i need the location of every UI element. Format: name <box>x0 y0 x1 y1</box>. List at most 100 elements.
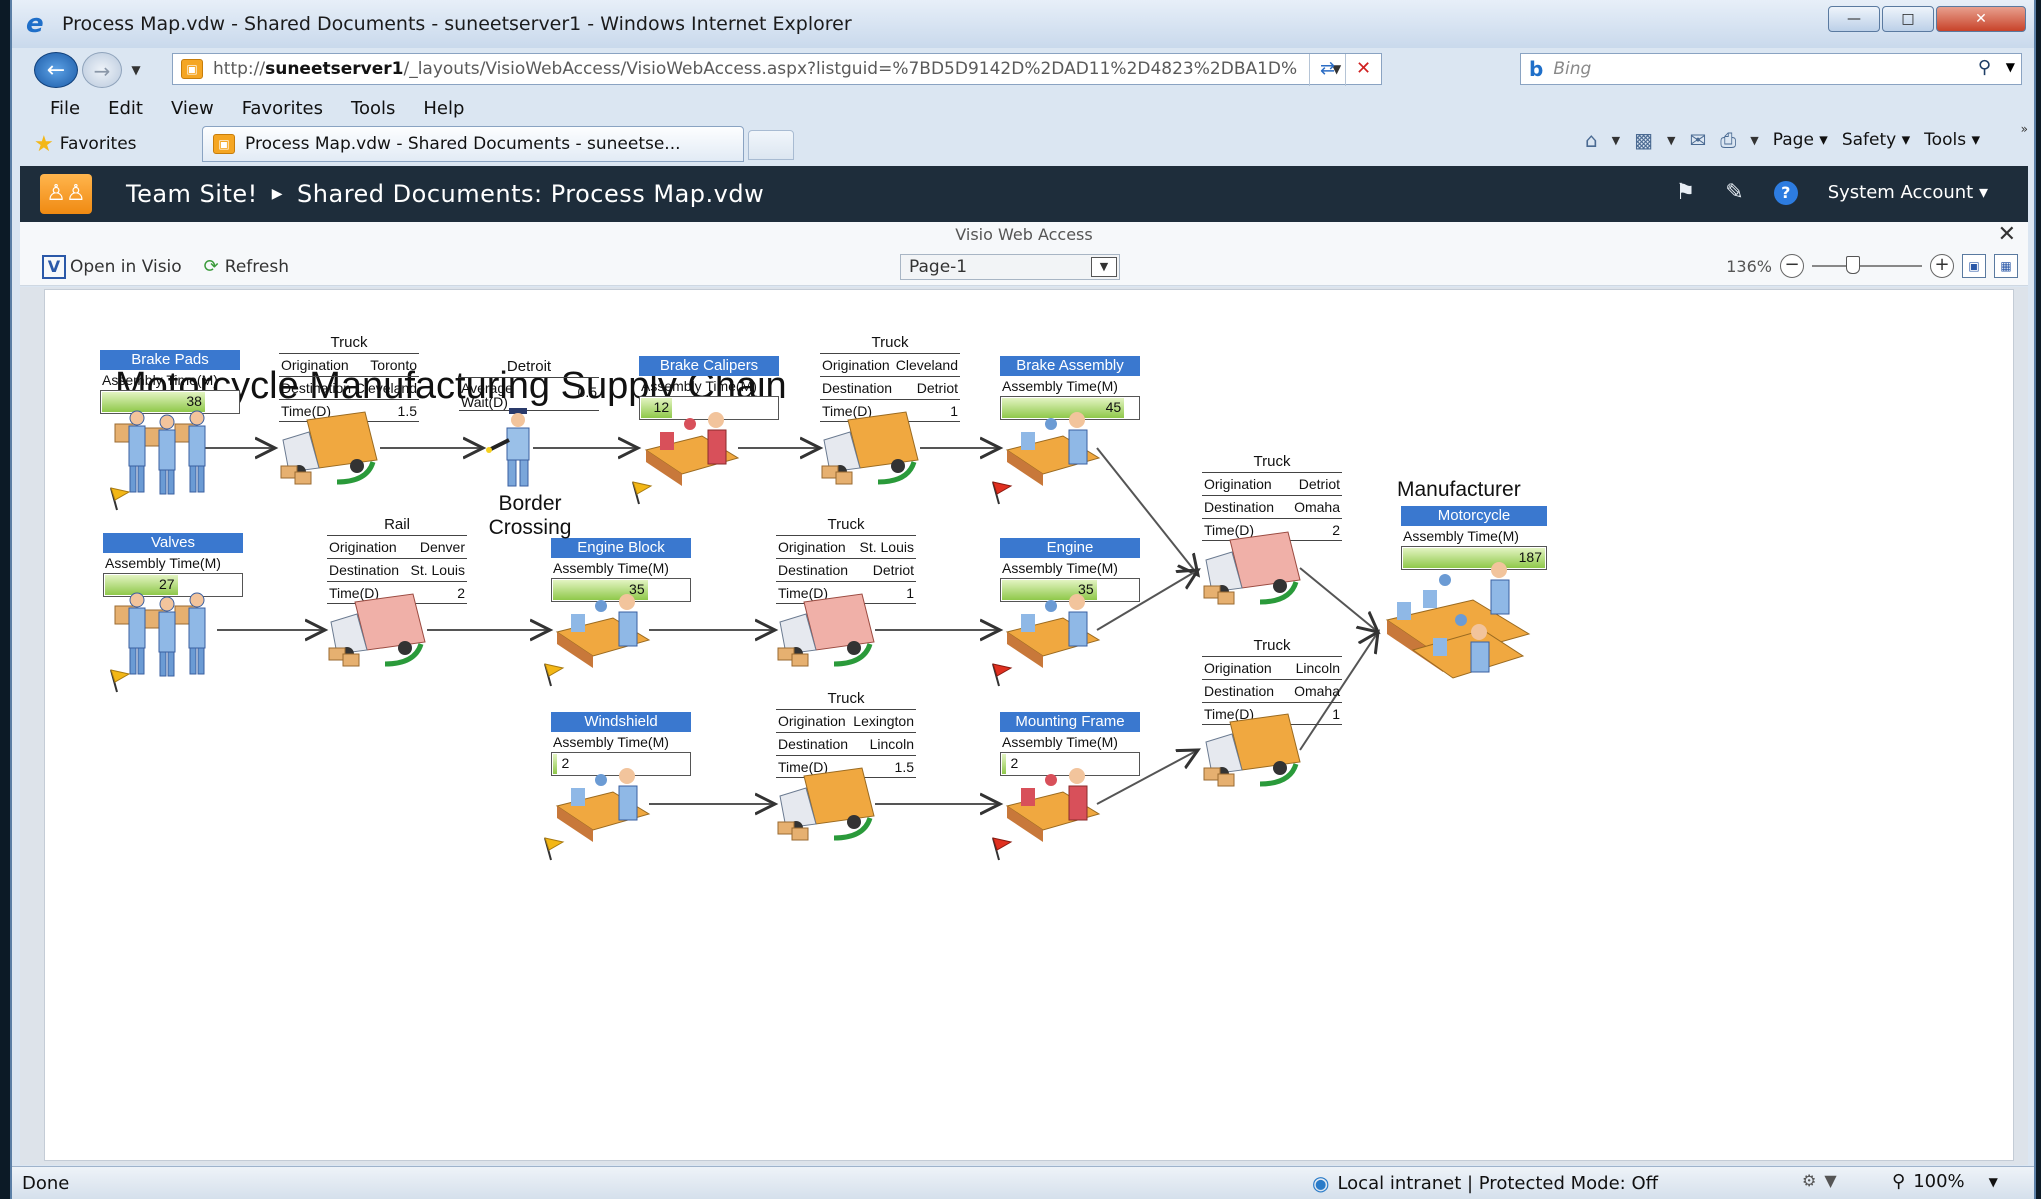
assembly-station-icon[interactable] <box>1003 762 1103 848</box>
border-crossing-data[interactable]: Detroit Average Wait(D) 0.5 <box>459 358 599 411</box>
zoom-controls: 136% − + ▣ ▦ <box>1726 254 2018 278</box>
truck-icon[interactable] <box>1200 530 1305 610</box>
shipment-title: Truck <box>871 334 909 351</box>
shipment-rail-denver[interactable]: Rail Origination Denver Destination St. Lo… <box>327 516 467 604</box>
flag-icon <box>992 663 1013 687</box>
supplier-workers-icon[interactable] <box>109 590 229 680</box>
menu-tools[interactable]: Tools <box>351 98 395 119</box>
open-in-visio-button[interactable]: V Open in Visio <box>42 254 182 279</box>
assembly-station-icon[interactable] <box>553 762 653 848</box>
assembly-station-icon[interactable] <box>1003 588 1103 674</box>
chevron-down-icon[interactable]: ▼ <box>1091 257 1117 277</box>
stop-icon[interactable]: ✕ <box>1345 54 1381 86</box>
page-menu[interactable]: Page ▾ <box>1773 130 1828 150</box>
close-window-button[interactable]: ✕ <box>1936 6 2026 32</box>
process-brake-pads[interactable]: Brake Pads Assembly Time(M) 38 <box>100 350 240 414</box>
visio-web-access-header: Visio Web Access ✕ <box>20 222 2028 248</box>
security-zone[interactable]: ◉ Local intranet | Protected Mode: Off <box>1312 1171 1658 1195</box>
refresh-page-icon[interactable]: ⇄ <box>1309 54 1345 86</box>
menu-favorites[interactable]: Favorites <box>242 98 323 119</box>
favorites-button[interactable]: ★ Favorites <box>34 132 137 157</box>
forward-button[interactable]: → <box>82 52 122 88</box>
feeds-dropdown-icon[interactable]: ▼ <box>1667 134 1675 147</box>
destination-label: Destination <box>1204 499 1275 515</box>
search-box[interactable]: b Bing ⚲ ▼ <box>1520 53 2022 85</box>
menu-file[interactable]: File <box>50 98 80 119</box>
time-value: 1 <box>1332 706 1340 722</box>
refresh-button[interactable]: ⟳ Refresh <box>204 256 289 277</box>
account-menu[interactable]: System Account ▾ <box>1828 182 1988 203</box>
truck-icon[interactable] <box>818 410 923 490</box>
drawing-page[interactable]: Motorcycle Manufacturing Supply Chain Br… <box>44 289 2014 1161</box>
pan-zoom-icon[interactable]: ▦ <box>1994 254 2018 278</box>
flag-icon <box>544 837 565 861</box>
feeds-icon[interactable]: ▩ <box>1634 128 1653 152</box>
new-tab-button[interactable] <box>748 130 794 160</box>
process-name: Brake Calipers <box>639 356 779 376</box>
zoom-slider-thumb[interactable] <box>1846 256 1860 274</box>
menu-help[interactable]: Help <box>423 98 464 119</box>
tab-process-map[interactable]: ▣ Process Map.vdw - Shared Documents - s… <box>202 126 744 162</box>
supplier-workers-icon[interactable] <box>109 408 229 498</box>
border-officer-icon[interactable] <box>485 408 545 488</box>
shipment-truck-toronto[interactable]: Truck Origination Toronto Destination Clev… <box>279 334 419 422</box>
settings-dropdown-icon[interactable]: ▼ <box>1824 1171 1836 1190</box>
zoom-slider[interactable] <box>1812 256 1922 274</box>
fit-to-window-icon[interactable]: ▣ <box>1962 254 1986 278</box>
assembly-station-icon[interactable] <box>642 406 742 492</box>
back-button[interactable]: ← <box>34 52 78 88</box>
notes-icon[interactable]: ✎ <box>1725 180 1743 205</box>
page-select[interactable]: Page-1 ▼ <box>900 254 1120 280</box>
search-icon[interactable]: ⚲ <box>1978 57 1991 78</box>
time-value: 1 <box>950 403 958 419</box>
zoom-in-icon[interactable]: + <box>1930 254 1954 278</box>
destination-label: Destination <box>778 562 849 578</box>
destination-value: Omaha <box>1294 499 1340 515</box>
home-icon[interactable]: ⌂ <box>1585 128 1598 152</box>
zoom-out-icon[interactable]: − <box>1780 254 1804 278</box>
close-icon[interactable]: ✕ <box>1998 222 2016 248</box>
process-name: Mounting Frame <box>1000 712 1140 732</box>
status-zoom[interactable]: ⚲ 100% ▼ <box>1892 1171 1998 1192</box>
url-text[interactable]: http://suneetserver1/_layouts/VisioWebAc… <box>213 59 1328 79</box>
manufacturer-assembly-icon[interactable] <box>1383 560 1533 700</box>
home-dropdown-icon[interactable]: ▼ <box>1612 134 1620 147</box>
shipment-truck-lexington[interactable]: Truck Origination Lexington Destination Li… <box>776 690 916 778</box>
truck-icon[interactable] <box>774 766 879 846</box>
protected-mode-controls[interactable]: ⚙ ▼ <box>1802 1171 1837 1190</box>
safety-menu[interactable]: Safety ▾ <box>1842 130 1910 150</box>
search-options-icon[interactable]: ▼ <box>2006 60 2015 74</box>
rail-icon[interactable] <box>325 592 430 672</box>
assembly-station-icon[interactable] <box>553 588 653 674</box>
breadcrumb-site[interactable]: Team Site! <box>126 180 258 208</box>
shipment-truck-cleveland[interactable]: Truck Origination Cleveland Destination De… <box>820 334 960 422</box>
recent-pages-dropdown[interactable]: ▼ <box>126 63 146 77</box>
shipment-truck-detriot[interactable]: Truck Origination Detriot Destination Omah… <box>1202 453 1342 541</box>
search-input[interactable]: Bing <box>1553 59 1591 79</box>
menu-bar: File Edit View Favorites Tools Help <box>12 92 2034 124</box>
origination-value: Lincoln <box>1295 660 1340 676</box>
mail-icon[interactable]: ✉ <box>1690 128 1707 152</box>
tools-menu[interactable]: Tools ▾ <box>1924 130 1980 150</box>
more-commands-icon[interactable]: » <box>2021 122 2028 136</box>
menu-edit[interactable]: Edit <box>108 98 143 119</box>
print-dropdown-icon[interactable]: ▼ <box>1750 134 1758 147</box>
menu-view[interactable]: View <box>171 98 214 119</box>
site-logo-icon[interactable]: ♙♙ <box>40 174 92 214</box>
truck-icon[interactable] <box>1200 712 1305 792</box>
address-bar[interactable]: ▣ http://suneetserver1/_layouts/VisioWeb… <box>172 53 1382 86</box>
settings-gear-icon[interactable]: ⚙ <box>1802 1171 1816 1190</box>
truck-icon[interactable] <box>774 592 879 672</box>
minimize-button[interactable]: — <box>1828 6 1880 32</box>
drawing-canvas-area[interactable]: Motorcycle Manufacturing Supply Chain Br… <box>20 287 2028 1165</box>
shipment-truck-stlouis[interactable]: Truck Origination St. Louis Destination De… <box>776 516 916 604</box>
assembly-station-icon[interactable] <box>1003 406 1103 492</box>
truck-icon[interactable] <box>277 410 382 490</box>
maximize-button[interactable]: □ <box>1882 6 1934 32</box>
help-icon[interactable]: ? <box>1773 180 1798 205</box>
process-label: Assembly Time(M) <box>1002 560 1118 576</box>
process-valves[interactable]: Valves Assembly Time(M) 27 <box>103 533 243 597</box>
tags-icon[interactable]: ⚑ <box>1676 180 1696 205</box>
print-icon[interactable]: ⎙ <box>1720 128 1736 152</box>
zoom-dropdown-icon[interactable]: ▼ <box>1989 1175 1998 1189</box>
